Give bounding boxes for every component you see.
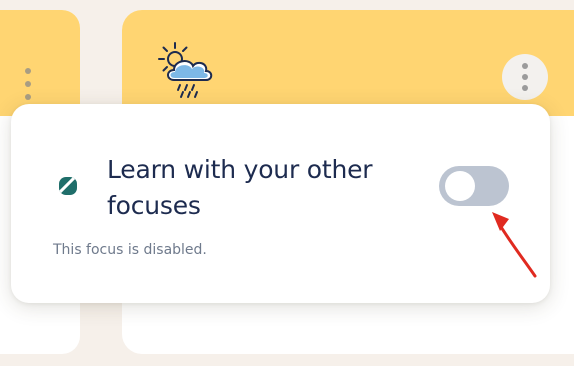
more-vertical-icon <box>522 63 528 91</box>
previous-card-header <box>0 10 80 116</box>
more-vertical-icon[interactable] <box>25 68 31 100</box>
setting-title: Learn with your other focuses <box>107 155 373 220</box>
focus-settings-popup: Learn with your other focuses This focus… <box>11 104 550 303</box>
learn-with-other-focuses-toggle[interactable] <box>439 166 509 206</box>
striped-leaf-icon <box>59 177 77 195</box>
toggle-knob <box>445 171 475 201</box>
card-options-button[interactable] <box>502 54 548 100</box>
status-message: This focus is disabled. <box>53 242 207 258</box>
sun-cloud-rain-icon <box>158 42 213 98</box>
